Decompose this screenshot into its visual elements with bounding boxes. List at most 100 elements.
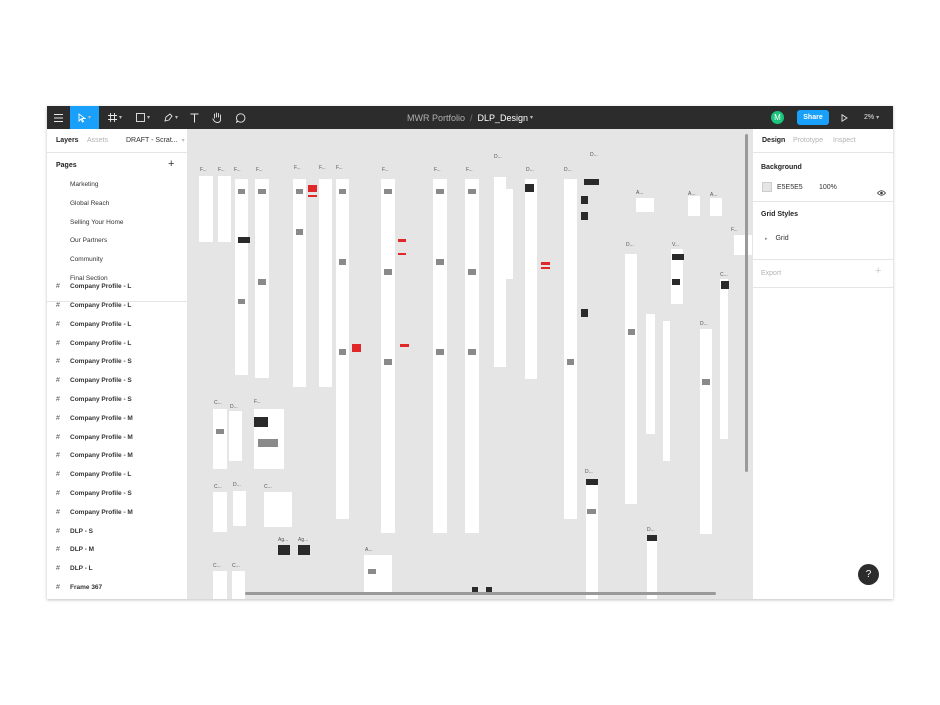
frame-label[interactable]: F... (234, 167, 241, 173)
pen-tool-button[interactable]: ▾ (159, 106, 183, 129)
layer-row[interactable]: # Company Profile - L (56, 468, 131, 480)
design-frame[interactable] (465, 179, 479, 533)
page-item[interactable]: Marketing (70, 181, 99, 188)
comment-tool-icon[interactable] (232, 106, 250, 129)
image-frame[interactable] (721, 281, 729, 289)
design-frame[interactable] (700, 329, 712, 534)
red-element[interactable] (352, 344, 361, 352)
red-element[interactable] (308, 185, 317, 192)
image-frame[interactable] (672, 279, 680, 285)
design-frame[interactable] (663, 321, 670, 461)
red-element[interactable] (400, 344, 409, 347)
image-frame[interactable] (581, 212, 588, 220)
frame-label[interactable]: F... (382, 167, 389, 173)
design-frame[interactable] (564, 179, 577, 519)
shape-tool-button[interactable]: ▾ (131, 106, 155, 129)
design-frame[interactable] (636, 198, 654, 212)
red-element[interactable] (398, 239, 406, 242)
frame-label[interactable]: D... (526, 167, 534, 173)
image-frame[interactable] (584, 179, 599, 185)
design-frame[interactable] (499, 189, 513, 279)
canvas[interactable]: F... F... F... F... F... F... F... F... … (188, 129, 752, 599)
frame-label[interactable]: D... (700, 321, 708, 327)
image-frame[interactable] (278, 545, 290, 555)
frame-label[interactable]: Ag... (298, 537, 308, 543)
frame-label[interactable]: C... (264, 484, 272, 490)
image-frame[interactable] (254, 417, 268, 427)
design-frame[interactable] (433, 179, 447, 533)
red-element[interactable] (541, 262, 550, 265)
layer-row[interactable]: # Company Profile - S (56, 487, 132, 499)
frame-label[interactable]: F... (218, 167, 225, 173)
design-frame[interactable] (213, 571, 227, 599)
frame-tool-button[interactable]: ▾ (103, 106, 127, 129)
design-frame[interactable] (264, 492, 292, 527)
design-frame[interactable] (647, 535, 657, 599)
frame-label[interactable]: A... (365, 547, 373, 553)
layer-row[interactable]: # Company Profile - L (56, 337, 131, 349)
tab-layers[interactable]: Layers (56, 137, 79, 144)
background-color-swatch[interactable] (762, 182, 772, 192)
zoom-dropdown[interactable]: 2% ▾ (864, 106, 879, 129)
frame-label[interactable]: D... (626, 242, 634, 248)
add-page-icon[interactable]: + (168, 158, 174, 170)
avatar[interactable]: M (771, 111, 784, 124)
frame-label[interactable]: C... (214, 484, 222, 490)
file-name[interactable]: DLP_Design (477, 113, 528, 123)
layer-row[interactable]: # Frame 367 (56, 581, 102, 593)
layer-row[interactable]: # Company Profile - S (56, 355, 132, 367)
frame-label[interactable]: D... (230, 404, 238, 410)
design-frame[interactable] (199, 176, 213, 242)
frame-label[interactable]: D... (647, 527, 655, 533)
design-frame[interactable] (710, 198, 722, 216)
layer-row[interactable]: # Company Profile - M (56, 431, 133, 443)
tab-design[interactable]: Design (762, 137, 785, 144)
layer-row[interactable]: # DLP - M (56, 543, 94, 555)
hand-tool-icon[interactable] (208, 106, 226, 129)
layer-row[interactable]: # Company Profile - L (56, 299, 131, 311)
eye-icon[interactable] (876, 183, 887, 201)
vertical-scrollbar[interactable] (745, 134, 748, 472)
design-frame[interactable] (381, 179, 395, 533)
project-name[interactable]: MWR Portfolio (407, 113, 465, 123)
layer-row[interactable]: # Company Profile - S (56, 374, 132, 386)
design-frame[interactable] (364, 555, 392, 595)
design-frame[interactable] (213, 492, 227, 532)
design-frame[interactable] (319, 179, 332, 387)
design-frame[interactable] (229, 411, 242, 461)
red-element[interactable] (308, 195, 317, 197)
frame-label[interactable]: F... (256, 167, 263, 173)
share-button[interactable]: Share (797, 110, 829, 125)
layer-row[interactable]: # Company Profile - L (56, 280, 131, 292)
frame-label[interactable]: D... (585, 469, 593, 475)
move-tool-button[interactable]: ▾ (70, 106, 99, 129)
add-export-icon[interactable]: + (875, 265, 881, 277)
design-frame[interactable] (625, 254, 637, 504)
image-frame[interactable] (586, 479, 598, 485)
frame-label[interactable]: D... (564, 167, 572, 173)
frame-label[interactable]: F... (319, 165, 326, 171)
page-item[interactable]: Community (70, 256, 103, 263)
layer-row[interactable]: # Company Profile - M (56, 449, 133, 461)
frame-label[interactable]: F... (336, 165, 343, 171)
page-item[interactable]: Selling Your Home (70, 219, 123, 226)
frame-label[interactable]: C... (720, 272, 728, 278)
frame-label[interactable]: F... (731, 227, 738, 233)
design-frame[interactable] (233, 491, 246, 526)
red-element[interactable] (541, 267, 550, 269)
layer-row[interactable]: # DLP - S (56, 525, 93, 537)
help-button[interactable]: ? (858, 564, 879, 585)
design-frame[interactable] (232, 571, 245, 599)
frame-label[interactable]: A... (636, 190, 644, 196)
image-frame[interactable] (672, 254, 684, 260)
image-frame[interactable] (238, 237, 250, 243)
layer-row[interactable]: # Company Profile - M (56, 412, 133, 424)
layer-row[interactable]: # Company Profile - S (56, 393, 132, 405)
design-frame[interactable] (235, 179, 248, 375)
image-frame[interactable] (581, 196, 588, 204)
image-frame[interactable] (581, 309, 588, 317)
design-frame[interactable] (293, 179, 306, 387)
frame-label[interactable]: C... (214, 400, 222, 406)
frame-label[interactable]: D... (590, 152, 598, 158)
grid-style-item[interactable]: ▸ Grid (765, 235, 789, 242)
